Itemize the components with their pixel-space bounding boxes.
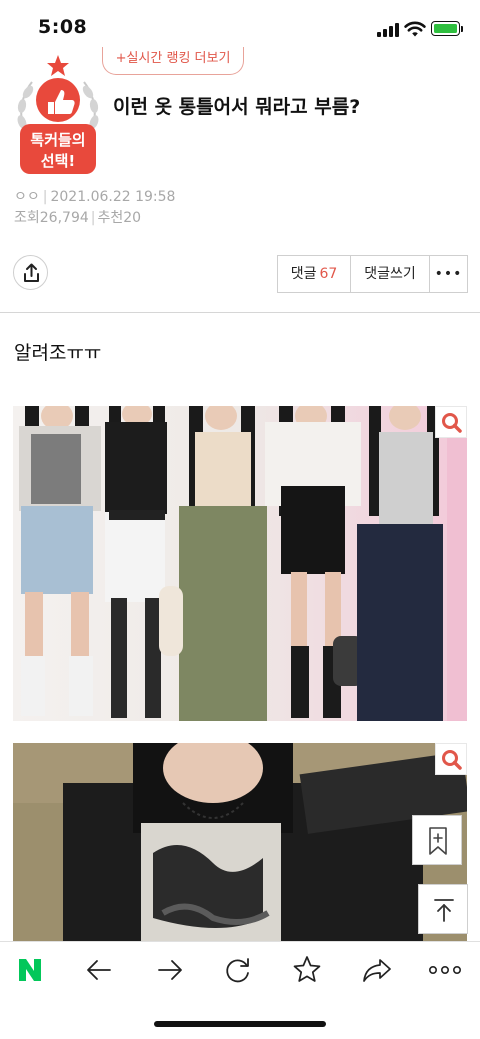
back-arrow-icon (87, 960, 111, 980)
comment-button-group: 댓글 67 댓글쓰기 ••• (277, 255, 468, 293)
post-image-2[interactable] (13, 743, 467, 943)
home-indicator[interactable] (154, 1021, 326, 1027)
post-image-1[interactable] (13, 406, 467, 721)
cellular-signal-icon (377, 23, 399, 37)
comments-count: 67 (319, 266, 338, 282)
zoom-button-2[interactable] (435, 743, 467, 775)
battery-icon (431, 21, 460, 36)
views-count: 26,794 (39, 210, 89, 226)
comments-label: 댓글 (290, 266, 317, 282)
post-body-text: 알려조ㅠㅠ (14, 342, 102, 364)
badge-text-line2: 선택! (41, 152, 75, 170)
write-comment-button[interactable]: 댓글쓰기 (351, 256, 430, 292)
naver-home-button[interactable] (12, 954, 48, 986)
recommend-count: 20 (123, 210, 142, 226)
realtime-ranking-button[interactable]: +실시간 랭킹 더보기 (102, 47, 244, 75)
share-page-button[interactable] (359, 954, 395, 986)
back-button[interactable] (82, 954, 118, 986)
scroll-to-top-button[interactable] (418, 884, 468, 934)
recommend-label: 추천 (97, 210, 124, 226)
magnifier-icon (442, 750, 462, 770)
bookmark-button[interactable] (412, 815, 462, 865)
refresh-button[interactable] (220, 954, 256, 986)
post-meta-author-date: ㅇㅇ | 2021.06.22 19:58 (14, 189, 176, 205)
talkers-choice-badge: 톡커들의 선택! (17, 55, 99, 174)
post-meta-stats: 조회26,794 | 추천20 (14, 210, 142, 226)
more-options-button[interactable]: ••• (430, 256, 467, 292)
zoom-button-1[interactable] (435, 406, 467, 438)
refresh-icon (226, 958, 249, 983)
outfit-closeup-photo (13, 743, 467, 943)
naver-home-icon (19, 959, 41, 981)
magnifier-icon (442, 413, 462, 433)
content-divider (0, 312, 480, 313)
arrow-up-to-top-icon (434, 899, 454, 922)
wifi-icon (404, 21, 426, 37)
author-name[interactable]: ㅇㅇ (14, 189, 40, 205)
bookmark-plus-icon (429, 827, 447, 855)
more-menu-button[interactable] (427, 954, 463, 986)
forward-arrow-icon (158, 960, 182, 980)
badge-text-line1: 톡커들의 (30, 131, 85, 149)
more-dots-icon (428, 966, 461, 975)
share-arrow-icon (363, 959, 391, 982)
share-icon (24, 263, 39, 282)
comments-button[interactable]: 댓글 67 (278, 256, 351, 292)
share-button[interactable] (13, 255, 48, 290)
post-datetime: 2021.06.22 19:58 (50, 189, 176, 205)
favorite-button[interactable] (289, 954, 325, 986)
outfit-group-photo (19, 406, 467, 721)
views-label: 조회 (14, 210, 40, 226)
star-icon (293, 956, 321, 982)
forward-button[interactable] (151, 954, 187, 986)
status-time: 5:08 (38, 16, 88, 38)
battery-cap (461, 26, 463, 32)
post-title: 이런 옷 통틀어서 뭐라고 부름? (113, 96, 361, 118)
